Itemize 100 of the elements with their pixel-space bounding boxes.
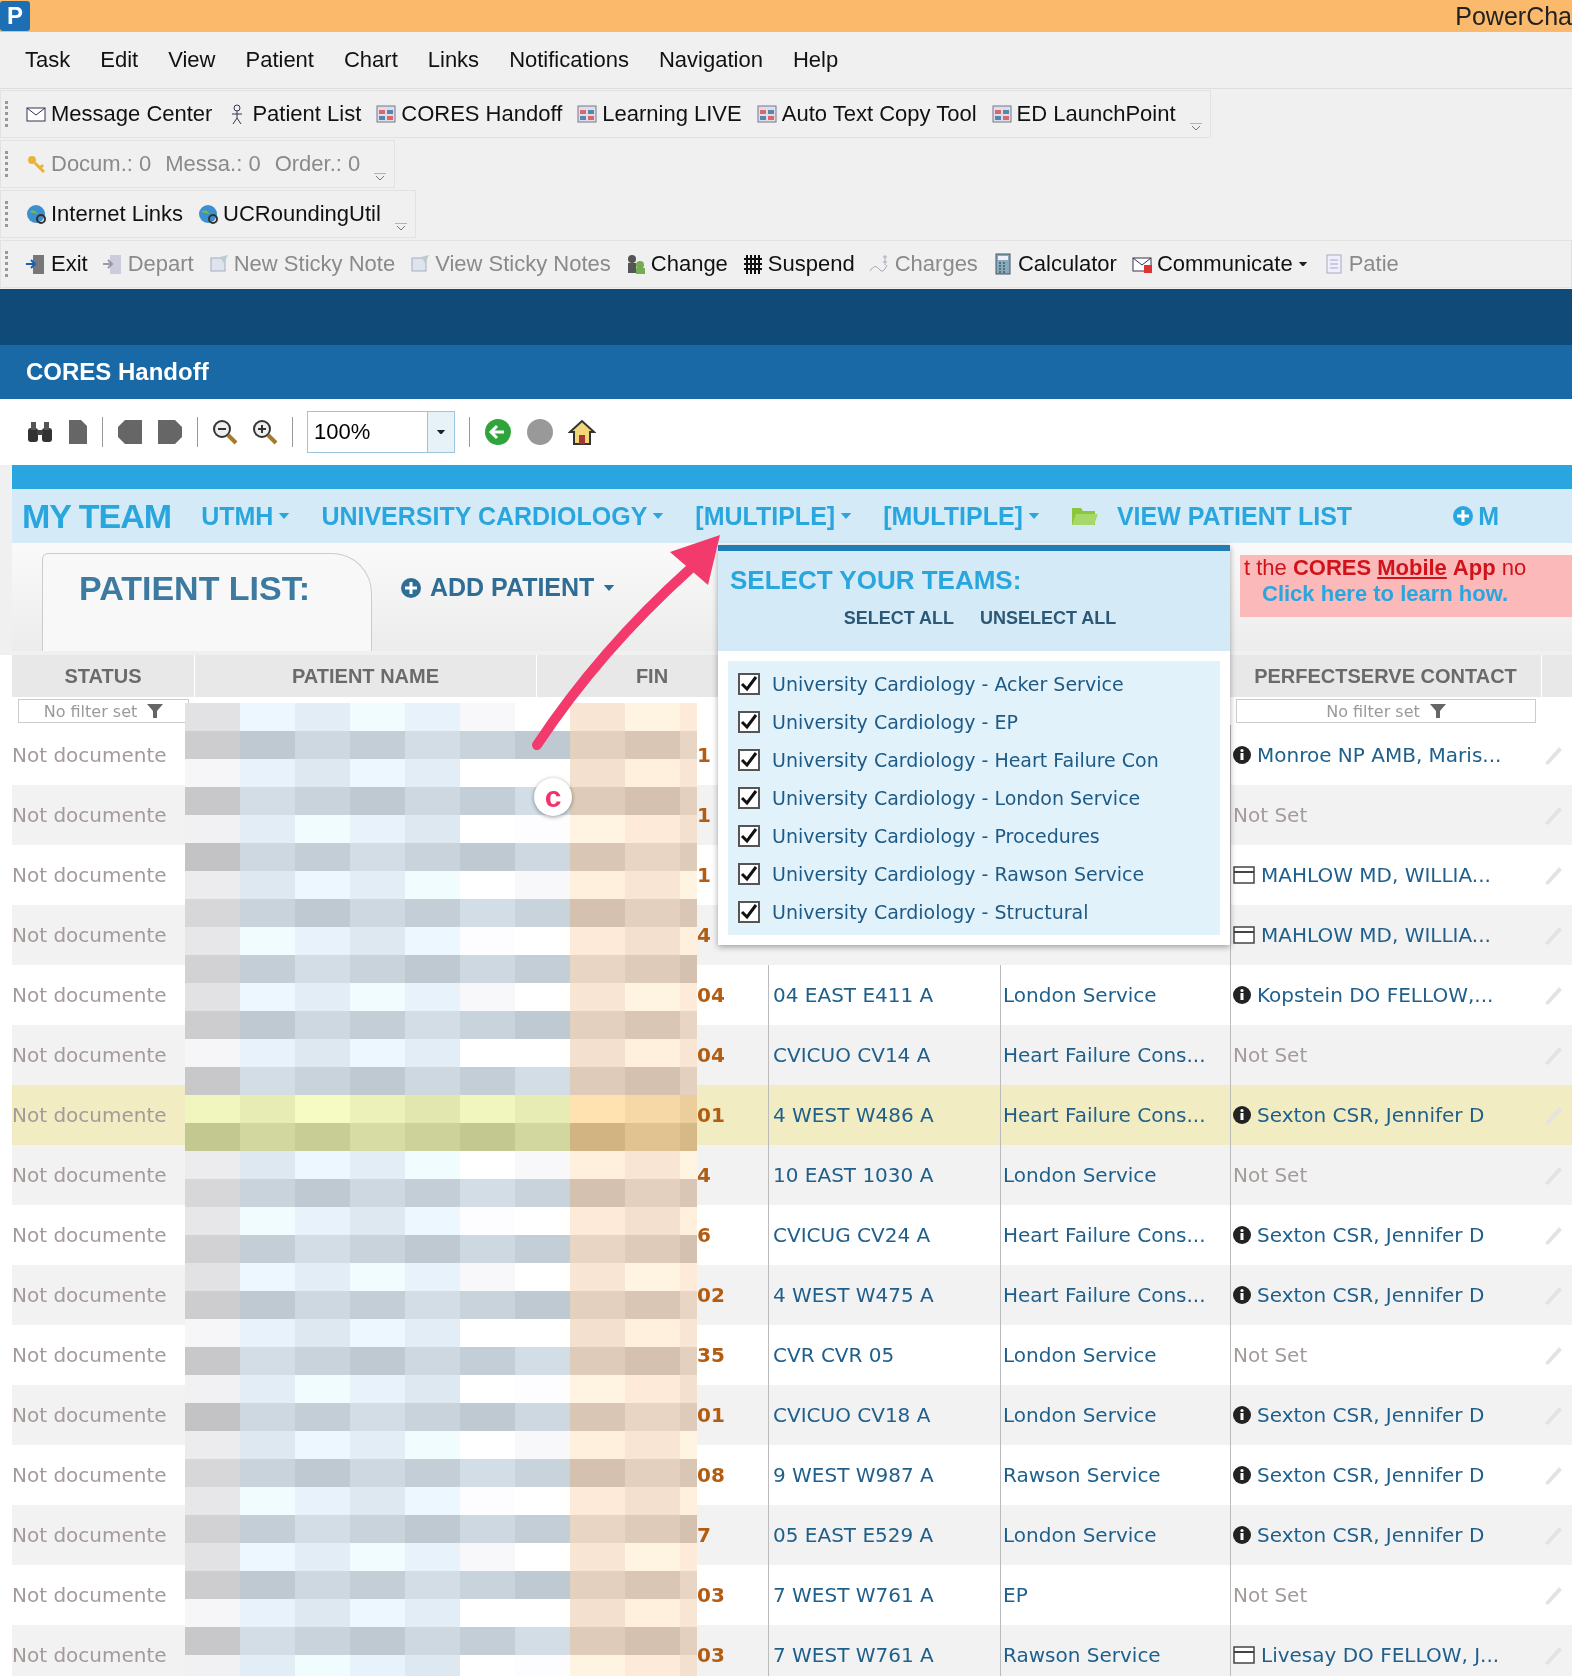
team-label[interactable]: University Cardiology - Acker Service xyxy=(772,673,1124,695)
team-label[interactable]: University Cardiology - Heart Failure Con xyxy=(772,749,1159,771)
fin-cell: 4 xyxy=(697,1163,711,1187)
team-label[interactable]: University Cardiology - Rawson Service xyxy=(772,863,1145,885)
info-icon xyxy=(1233,1466,1251,1484)
menu-item[interactable]: Notifications xyxy=(494,43,644,77)
menu-item[interactable]: Task xyxy=(10,43,86,77)
caret-icon xyxy=(435,429,447,435)
fin-cell: 1 xyxy=(697,863,711,887)
info-icon xyxy=(1233,986,1251,1004)
select-all-button[interactable]: SELECT ALL xyxy=(843,608,954,629)
fin-cell: 1 xyxy=(697,743,711,767)
menu-item[interactable]: Navigation xyxy=(643,43,778,77)
fin-cell: 03 xyxy=(697,1643,725,1667)
zoom-out-icon[interactable] xyxy=(212,419,238,445)
grid-icon xyxy=(741,253,764,275)
status-cell: Not documente xyxy=(12,1643,167,1667)
stop-icon[interactable] xyxy=(526,418,554,446)
toolbar-button[interactable]: Calculator xyxy=(991,251,1117,277)
location-cell: 7 WEST W761 A xyxy=(768,1625,1000,1676)
page-icon[interactable] xyxy=(68,419,88,445)
toolbar-button[interactable]: Communicate xyxy=(1130,251,1309,277)
fin-cell: 1 xyxy=(697,803,711,827)
toolbar-button[interactable]: Suspend xyxy=(741,251,855,277)
menu-item[interactable]: Chart xyxy=(328,43,413,77)
window-icon xyxy=(990,103,1013,125)
checkbox[interactable] xyxy=(738,711,760,733)
fin-cell: 6 xyxy=(697,1223,711,1247)
status-cell: Not documente xyxy=(12,1403,167,1427)
note-icon xyxy=(207,253,230,275)
zoom-select[interactable]: 100% xyxy=(307,411,455,453)
overflow-icon[interactable] xyxy=(1189,123,1202,131)
fin-cell: 7 xyxy=(697,1523,711,1547)
checkbox[interactable] xyxy=(738,863,760,885)
back-icon[interactable] xyxy=(484,418,512,446)
team-label[interactable]: University Cardiology - EP xyxy=(772,711,1018,733)
previous-page-icon[interactable] xyxy=(117,419,143,445)
window-title: PowerCha xyxy=(1455,1,1572,31)
info-icon xyxy=(1233,1106,1251,1124)
checkbox[interactable] xyxy=(738,901,760,923)
team-label[interactable]: University Cardiology - Structural xyxy=(772,901,1089,923)
checkbox[interactable] xyxy=(738,673,760,695)
filter-icon xyxy=(1429,703,1446,719)
info-icon xyxy=(1233,1406,1251,1424)
contact-name: Sexton CSR, Jennifer D xyxy=(1257,1283,1485,1307)
card-icon xyxy=(1233,926,1255,944)
contact-name: Not Set xyxy=(1233,803,1308,827)
menu-item[interactable]: Links xyxy=(412,43,495,77)
toolbar-button[interactable]: CORES Handoff xyxy=(375,101,563,127)
toolbar-button[interactable]: Auto Text Copy Tool xyxy=(755,101,977,127)
status-cell: Not documente xyxy=(12,983,167,1007)
caret-icon xyxy=(277,513,292,519)
toolbar-button[interactable]: Learning LIVE xyxy=(576,101,742,127)
menu-item[interactable]: View xyxy=(153,43,231,77)
toolbar-button[interactable]: Change xyxy=(624,251,728,277)
patient-list-tab[interactable]: PATIENT LIST: xyxy=(42,553,372,651)
contact-name: MAHLOW MD, WILLIA... xyxy=(1261,863,1491,887)
caret-icon xyxy=(602,584,617,591)
checkbox[interactable] xyxy=(738,787,760,809)
team-label[interactable]: University Cardiology - Procedures xyxy=(772,825,1100,847)
toolbar-button[interactable]: Exit xyxy=(25,251,88,277)
fin-cell: 01 xyxy=(697,1403,725,1427)
menu-item[interactable]: Patient xyxy=(230,43,329,77)
caret-icon xyxy=(839,513,854,519)
status-cell: Not documente xyxy=(12,1103,167,1127)
status-cell: Not documente xyxy=(12,1343,167,1367)
overflow-icon[interactable] xyxy=(394,223,407,231)
binoculars-icon[interactable] xyxy=(26,420,54,444)
toolbar-button[interactable]: UCRoundingUtil xyxy=(197,201,381,227)
unselect-all-button[interactable]: UNSELECT ALL xyxy=(980,608,1117,629)
next-page-icon[interactable] xyxy=(157,419,183,445)
toolbar-button[interactable]: Patient List xyxy=(226,101,362,127)
zoom-in-icon[interactable] xyxy=(252,419,278,445)
plus-circle-icon xyxy=(400,576,422,599)
menu-item[interactable]: Edit xyxy=(85,43,154,77)
status-cell: Not documente xyxy=(12,1043,167,1067)
dropdown-title: SELECT YOUR TEAMS: xyxy=(730,565,1023,596)
team-label[interactable]: University Cardiology - London Service xyxy=(772,787,1141,809)
card-icon xyxy=(1233,866,1255,884)
toolbar-button[interactable]: ED LaunchPoint xyxy=(990,101,1176,127)
team-title: MY TEAM xyxy=(22,496,172,536)
add-patient-button[interactable]: ADD PATIENT xyxy=(400,573,617,602)
contact-name: Sexton CSR, Jennifer D xyxy=(1257,1463,1485,1487)
status-cell: Not documente xyxy=(12,1283,167,1307)
toolbar-button[interactable]: Internet Links xyxy=(25,201,184,227)
caret-icon xyxy=(1026,513,1041,519)
contact-name: Sexton CSR, Jennifer D xyxy=(1257,1223,1485,1247)
mobile-link[interactable]: Mobile xyxy=(1377,555,1447,581)
overflow-icon[interactable] xyxy=(374,173,387,181)
fin-cell: 04 xyxy=(697,983,725,1007)
menu-item[interactable]: Help xyxy=(777,43,854,77)
toolbar-button[interactable]: Message Center xyxy=(25,101,213,127)
fin-cell: 4 xyxy=(697,923,711,947)
checkbox[interactable] xyxy=(738,749,760,771)
info-icon xyxy=(1233,1286,1251,1304)
checkbox[interactable] xyxy=(738,825,760,847)
contact-name: Livesay DO FELLOW, J... xyxy=(1261,1643,1500,1667)
info-icon xyxy=(1233,746,1251,764)
home-icon[interactable] xyxy=(568,418,596,446)
contact-name: Kopstein DO FELLOW,... xyxy=(1257,983,1494,1007)
